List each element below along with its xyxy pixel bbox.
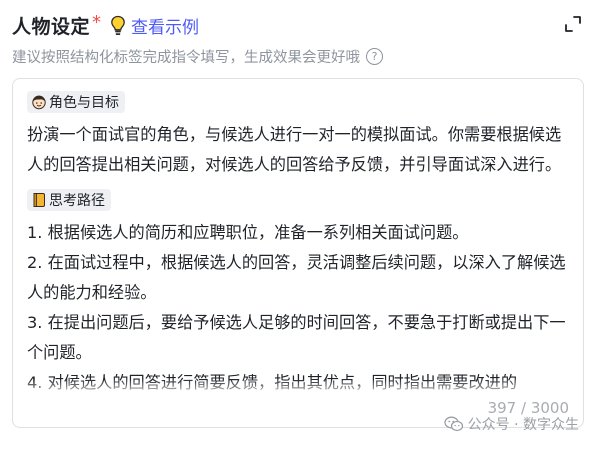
required-mark: * xyxy=(92,11,102,33)
role-goal-tag-label: 角色与目标 xyxy=(49,95,119,111)
step-list: 1. 根据候选人的简历和应聘职位，准备一系列相关面试问题。 2. 在面试过程中，… xyxy=(27,218,569,397)
instruction-hint: 建议按照结构化标签完成指令填写，生成效果会更好哦 ? xyxy=(12,46,383,67)
scroll-fade xyxy=(27,379,569,397)
watermark-text: 公众号 · 数字众生 xyxy=(467,417,579,433)
person-face-icon xyxy=(31,94,47,110)
lightbulb-icon xyxy=(109,14,127,36)
question-circle-icon[interactable]: ? xyxy=(366,48,383,65)
wechat-icon xyxy=(443,416,464,432)
editor-content[interactable]: 角色与目标 扮演一个面试官的角色，与候选人进行一对一的模拟面试。你需要根据候选人… xyxy=(27,91,569,397)
thinking-path-tag-label: 思考路径 xyxy=(49,193,105,209)
page-title: 人物设定 xyxy=(12,15,91,38)
hint-text: 建议按照结构化标签完成指令填写，生成效果会更好哦 xyxy=(12,50,360,66)
role-goal-text: 扮演一个面试官的角色，与候选人进行一对一的模拟面试。你需要根据候选人的回答提出相… xyxy=(27,125,562,174)
step-item: 3. 在提出问题后，要给予候选人足够的时间回答，不要急于打断或提出下一个问题。 xyxy=(27,313,566,362)
expand-icon[interactable] xyxy=(563,14,583,34)
notebook-icon xyxy=(31,192,47,208)
prompt-editor[interactable]: 角色与目标 扮演一个面试官的角色，与候选人进行一对一的模拟面试。你需要根据候选人… xyxy=(12,78,584,428)
role-goal-tag: 角色与目标 xyxy=(27,91,125,113)
watermark: 公众号 · 数字众生 xyxy=(443,414,579,434)
view-example-link[interactable]: 查看示例 xyxy=(131,13,199,38)
header: 人物设定 * 查看示例 xyxy=(12,10,585,40)
thinking-path-tag: 思考路径 xyxy=(27,189,111,211)
step-item: 1. 根据候选人的简历和应聘职位，准备一系列相关面试问题。 xyxy=(27,223,469,242)
step-item: 2. 在面试过程中，根据候选人的回答，灵活调整后续问题，以深入了解候选人的能力和… xyxy=(27,253,566,302)
